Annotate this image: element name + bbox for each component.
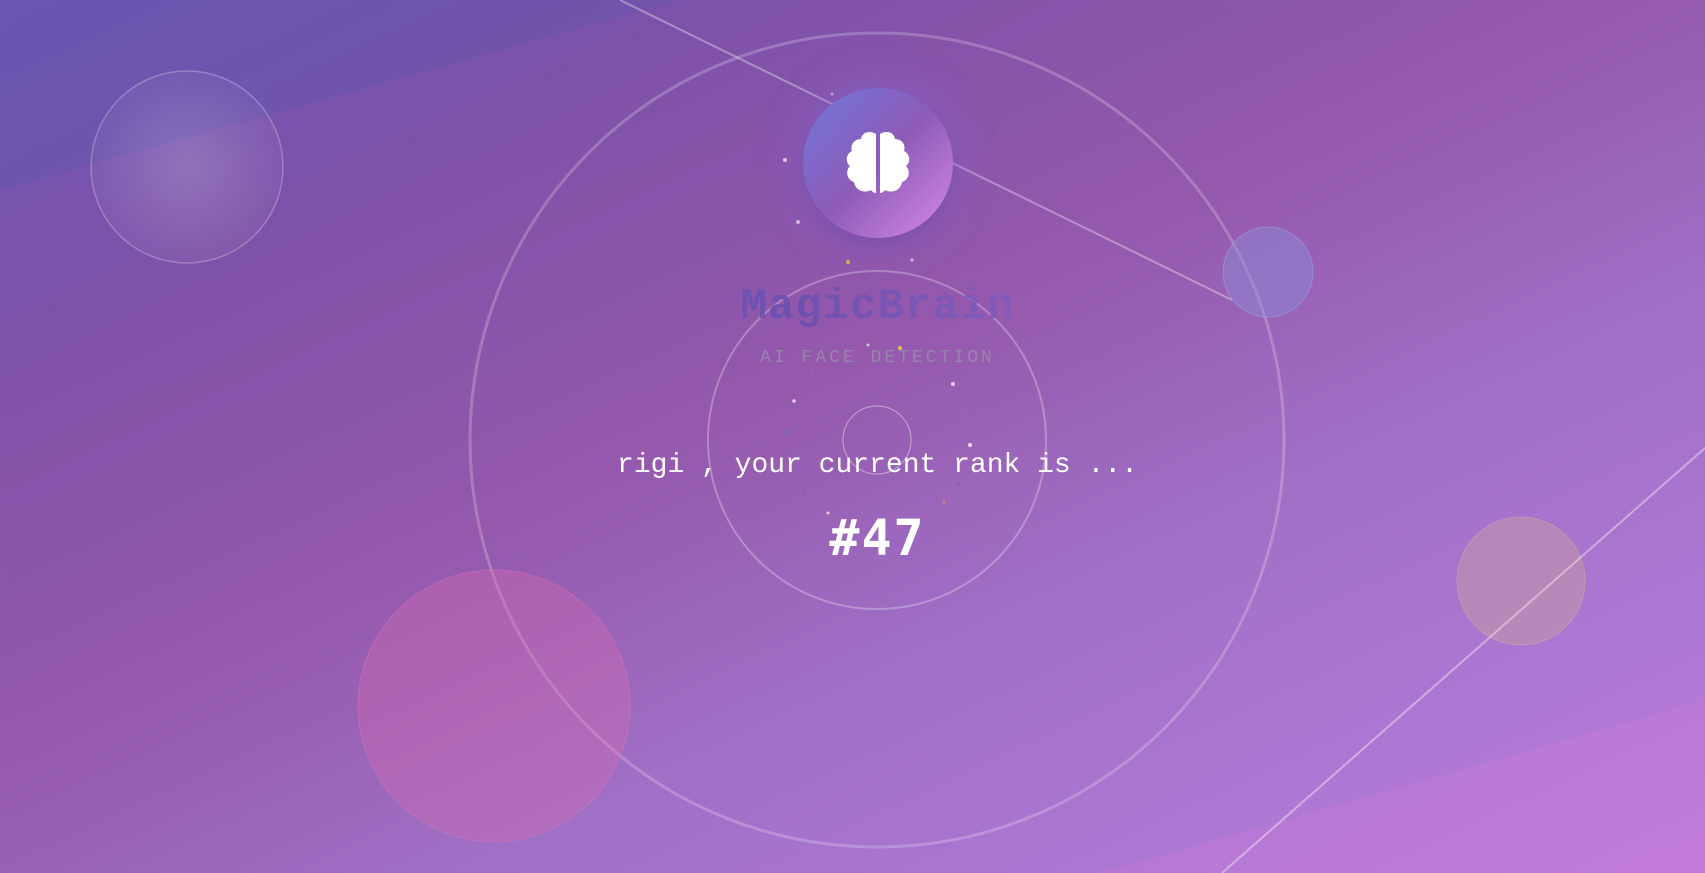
brand-title: MagicBrain — [0, 280, 1705, 334]
brand-subtitle: AI FACE DETECTION — [760, 348, 995, 368]
brand-logo — [803, 88, 953, 238]
rank-value: #47 — [829, 509, 926, 567]
bubble-bottom-left — [357, 569, 631, 843]
brain-icon — [846, 131, 910, 193]
bottom-right-band — [1100, 700, 1705, 873]
bubble-top-left — [90, 70, 284, 264]
rank-message: rigi , your current rank is ... — [617, 450, 1138, 481]
top-left-band — [0, 0, 680, 190]
